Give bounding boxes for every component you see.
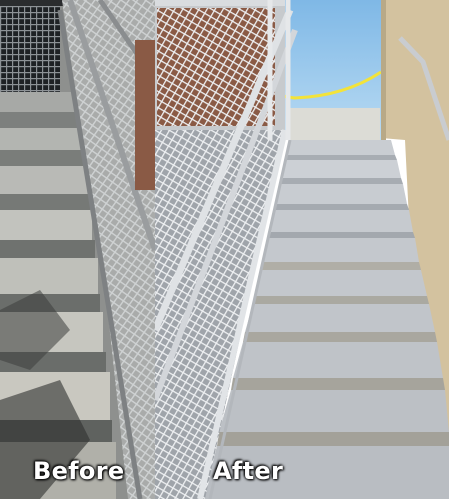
mesh-cage [0, 0, 60, 92]
after-stair-image [155, 0, 449, 499]
after-label: After [213, 457, 284, 485]
before-after-photo: Before After [0, 0, 449, 499]
before-stair-image [0, 0, 155, 499]
after-panel: After [155, 0, 449, 499]
before-panel: Before [0, 0, 155, 499]
before-label: Before [33, 457, 125, 485]
